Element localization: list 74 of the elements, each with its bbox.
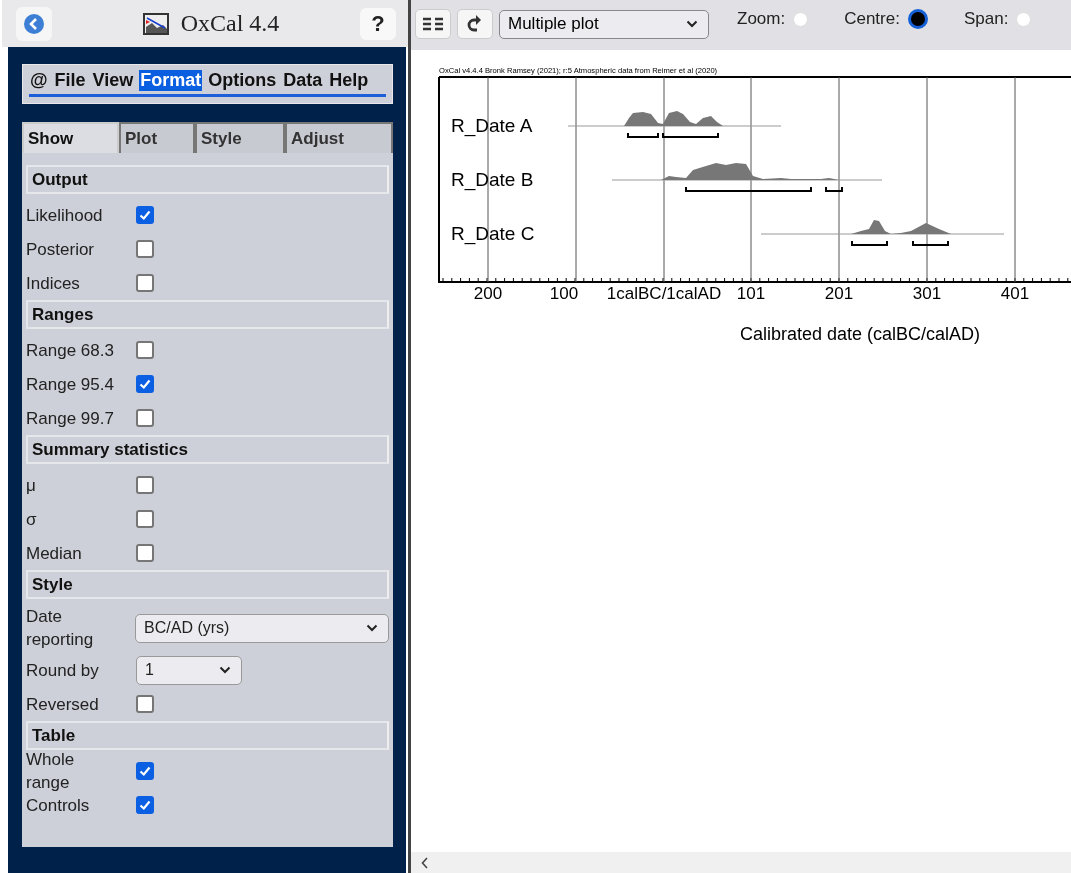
checkbox[interactable] [136,510,154,528]
axis-tick-label: 301 [912,284,942,303]
scroll-left-icon[interactable] [421,856,429,869]
back-icon[interactable] [23,12,45,35]
option-label: μ [26,474,37,497]
checkbox[interactable] [136,206,154,224]
chevron-down-icon[interactable] [686,20,698,28]
mode-label: Zoom: [737,9,786,29]
back-button[interactable] [16,6,52,41]
axis-tick-label: 201 [824,284,854,303]
axis-tick-label: 101 [736,284,766,303]
radio-button[interactable] [907,9,928,29]
checkbox[interactable] [136,476,154,494]
option-label: Likelihood [26,204,104,227]
checkbox[interactable] [136,240,154,258]
list-icon[interactable] [422,16,444,32]
checkbox[interactable] [136,409,154,427]
chevron-down-icon[interactable] [219,666,231,674]
option-label: Round by [26,659,100,682]
checkbox[interactable] [136,375,154,393]
app-title: OxCal 4.4 [180,10,280,37]
mode-label: Span: [963,9,1009,29]
axis-tick-label: 200 [473,284,503,303]
logo-icon [142,12,169,35]
section-header: Style [26,570,389,599]
checkbox[interactable] [136,695,154,713]
tab[interactable]: Plot [119,122,195,153]
menu-item[interactable]: Options [207,70,278,91]
option-label: Controls [26,794,91,817]
tab[interactable]: Show [22,122,119,153]
sample-label: R_Date C [451,223,535,244]
axis-tick-label: 1calBC/1calAD [606,284,722,303]
sample-label: R_Date A [451,115,533,136]
option-label: Date reporting [26,606,95,651]
tab[interactable]: Adjust [285,122,393,153]
menu-item[interactable]: Data [282,70,324,91]
dropdown[interactable]: BC/AD (yrs) [135,613,389,643]
checkbox[interactable] [136,274,154,292]
list-view-button[interactable] [415,9,451,39]
axis-tick-label: 100 [549,284,579,303]
redo-button[interactable] [457,9,493,39]
option-label: Range 95.4 [26,373,115,396]
option-label: Range 99.7 [26,407,115,430]
option-label: Whole range [26,749,76,794]
chevron-down-icon[interactable] [366,624,378,632]
option-label: σ [26,508,38,531]
menu-item[interactable]: View [91,70,135,91]
dropdown[interactable]: 1 [136,655,242,685]
help-button[interactable]: ? [360,7,396,40]
option-label: Posterior [26,238,96,261]
checkbox[interactable] [136,796,154,814]
checkbox[interactable] [136,544,154,562]
horizontal-scrollbar[interactable] [411,852,1071,873]
option-label: Median [26,542,83,565]
option-label: Range 68.3 [26,339,115,362]
option-label: Reversed [26,693,100,716]
section-header: Ranges [26,300,389,329]
menu-item[interactable]: File [53,70,87,91]
axis-tick-label: 401 [1000,284,1030,303]
section-header: Output [26,165,389,194]
axis-title: Calibrated date (calBC/calAD) [740,324,981,344]
menu-item[interactable]: Format [139,70,203,91]
menu-item[interactable]: Help [328,70,370,91]
tab[interactable]: Style [195,122,285,153]
section-header: Table [26,721,389,750]
plot-type-dropdown[interactable]: Multiple plot [499,9,709,39]
menu-item[interactable]: @ [29,70,49,91]
mode-label: Centre: [844,9,900,29]
redo-icon[interactable] [467,14,483,34]
option-label: Indices [26,272,81,295]
checkbox[interactable] [136,341,154,359]
section-header: Summary statistics [26,435,389,464]
sample-label: R_Date B [451,169,534,190]
checkbox[interactable] [136,762,154,780]
